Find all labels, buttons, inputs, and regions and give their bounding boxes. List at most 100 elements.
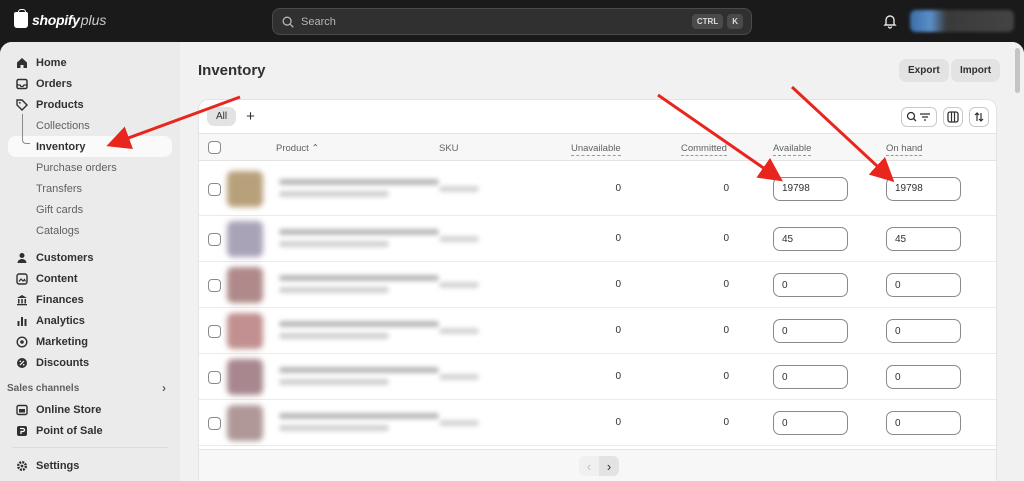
product-title-redacted[interactable]: [279, 275, 439, 281]
table-row[interactable]: 0 0: [199, 262, 996, 308]
on-hand-input[interactable]: [886, 319, 961, 343]
search-bar[interactable]: Search CTRL K: [272, 8, 752, 35]
export-button[interactable]: Export: [899, 59, 949, 82]
product-title-redacted[interactable]: [279, 229, 439, 235]
sidebar-item-settings[interactable]: Settings: [0, 455, 180, 476]
chevron-right-icon: ›: [162, 381, 166, 395]
sidebar-subitem-purchase-orders[interactable]: Purchase orders: [0, 157, 180, 178]
sidebar-item-products[interactable]: Products: [0, 94, 180, 115]
table-row[interactable]: 0 0: [199, 161, 996, 216]
sku-redacted: [439, 236, 479, 242]
sidebar-item-point-of-sale[interactable]: Point of Sale: [0, 420, 180, 441]
search-icon: [282, 16, 294, 28]
sidebar-item-label: Finances: [36, 293, 84, 306]
tree-connector: [22, 114, 30, 144]
header-unavailable[interactable]: Unavailable: [571, 143, 621, 156]
sort-button[interactable]: [969, 107, 989, 127]
unavailable-value: 0: [615, 325, 621, 336]
available-input[interactable]: [773, 319, 848, 343]
columns-button[interactable]: [943, 107, 963, 127]
on-hand-input[interactable]: [886, 273, 961, 297]
sidebar-subitem-gift-cards[interactable]: Gift cards: [0, 199, 180, 220]
row-checkbox[interactable]: [208, 417, 221, 430]
sidebar-subitem-catalogs[interactable]: Catalogs: [0, 220, 180, 241]
sku-redacted: [439, 282, 479, 288]
search-filter-icon: [906, 111, 930, 122]
product-thumbnail[interactable]: [227, 267, 263, 303]
sidebar-item-content[interactable]: Content: [0, 268, 180, 289]
table-row[interactable]: 0 0: [199, 400, 996, 446]
sidebar-item-label: Customers: [36, 251, 94, 264]
committed-value: 0: [723, 233, 729, 244]
product-thumbnail[interactable]: [227, 170, 263, 207]
add-view-button[interactable]: +: [246, 108, 255, 125]
sku-redacted: [439, 328, 479, 334]
row-checkbox[interactable]: [208, 279, 221, 292]
product-title-redacted[interactable]: [279, 321, 439, 327]
previous-page-button[interactable]: ‹: [579, 456, 599, 476]
sku-redacted: [439, 374, 479, 380]
tab-all[interactable]: All: [207, 107, 237, 126]
sidebar-item-discounts[interactable]: Discounts: [0, 352, 180, 373]
row-checkbox[interactable]: [208, 233, 221, 246]
product-variant-redacted: [279, 287, 389, 293]
table-row[interactable]: 0 0: [199, 308, 996, 354]
product-title-redacted[interactable]: [279, 367, 439, 373]
sidebar-item-marketing[interactable]: Marketing: [0, 331, 180, 352]
product-thumbnail[interactable]: [227, 405, 263, 441]
available-input[interactable]: [773, 411, 848, 435]
committed-value: 0: [723, 325, 729, 336]
available-input[interactable]: [773, 227, 848, 251]
on-hand-input[interactable]: [886, 365, 961, 389]
account-avatar[interactable]: [910, 10, 1014, 32]
product-thumbnail[interactable]: [227, 313, 263, 349]
sidebar-item-label: Point of Sale: [36, 424, 103, 437]
sidebar-item-home[interactable]: Home: [0, 52, 180, 73]
on-hand-input[interactable]: [886, 411, 961, 435]
on-hand-input[interactable]: [886, 227, 961, 251]
shopify-plus-logo[interactable]: shopify plus: [14, 9, 106, 28]
table-row[interactable]: 0 0: [199, 216, 996, 262]
notification-bell-icon[interactable]: [882, 13, 898, 29]
row-checkbox[interactable]: [208, 325, 221, 338]
top-bar: shopify plus Search CTRL K: [0, 0, 1024, 42]
row-checkbox[interactable]: [208, 182, 221, 196]
sidebar-item-finances[interactable]: Finances: [0, 289, 180, 310]
search-placeholder: Search: [301, 15, 336, 28]
header-product[interactable]: Product ⌃: [276, 143, 319, 154]
sales-channels-label: Sales channels: [7, 382, 80, 394]
sidebar-item-label: Online Store: [36, 403, 102, 416]
sidebar-item-customers[interactable]: Customers: [0, 247, 180, 268]
gear-icon: [17, 460, 27, 471]
row-checkbox[interactable]: [208, 371, 221, 384]
available-input[interactable]: [773, 176, 848, 201]
header-on-hand[interactable]: On hand: [886, 143, 923, 156]
available-input[interactable]: [773, 273, 848, 297]
product-title-redacted[interactable]: [279, 413, 439, 419]
sidebar-item-analytics[interactable]: Analytics: [0, 310, 180, 331]
pagination: ‹ ›: [579, 456, 619, 476]
header-sku[interactable]: SKU: [439, 143, 459, 154]
product-thumbnail[interactable]: [227, 221, 263, 257]
table-row[interactable]: 0 0: [199, 354, 996, 400]
product-title-redacted[interactable]: [279, 178, 439, 185]
sidebar-subitem-inventory[interactable]: Inventory: [8, 114, 172, 157]
on-hand-input[interactable]: [886, 176, 961, 201]
sku-redacted: [439, 420, 479, 426]
scrollbar-thumb[interactable]: [1015, 48, 1020, 93]
search-filter-button[interactable]: [901, 107, 937, 127]
select-all-checkbox[interactable]: [208, 141, 221, 154]
sidebar-item-online-store[interactable]: Online Store: [0, 399, 180, 420]
sidebar-item-orders[interactable]: Orders: [0, 73, 180, 94]
sidebar-subitem-transfers[interactable]: Transfers: [0, 178, 180, 199]
next-page-button[interactable]: ›: [599, 456, 619, 476]
header-available[interactable]: Available: [773, 143, 812, 156]
sidebar-item-label: Analytics: [36, 314, 85, 327]
header-committed[interactable]: Committed: [681, 143, 727, 156]
available-input[interactable]: [773, 365, 848, 389]
inbox-icon: [16, 78, 28, 89]
import-button[interactable]: Import: [951, 59, 1001, 82]
product-thumbnail[interactable]: [227, 359, 263, 395]
sales-channels-header[interactable]: Sales channels ›: [0, 377, 180, 399]
unavailable-value: 0: [615, 233, 621, 244]
